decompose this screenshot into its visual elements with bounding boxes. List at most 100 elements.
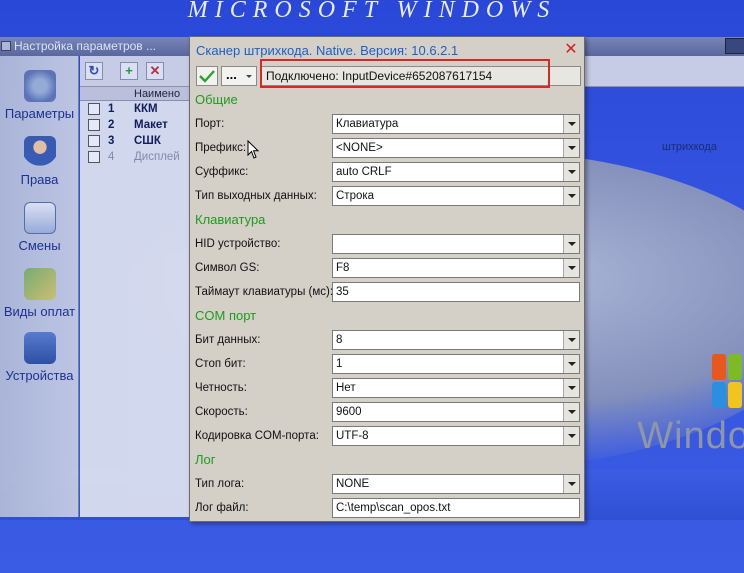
- chevron-down-icon[interactable]: [563, 115, 579, 133]
- money-icon: [23, 268, 56, 300]
- dialog-title: Сканер штрихкода. Native. Версия: 10.6.2…: [196, 43, 459, 58]
- stop-bits-label: Стоп бит:: [195, 358, 246, 370]
- nav-label: Виды оплат: [3, 304, 76, 319]
- prefix-label: Префикс:: [195, 142, 247, 154]
- row-name: Макет: [134, 119, 168, 131]
- nav-label: Права: [20, 172, 59, 187]
- data-bits-value: 8: [336, 334, 343, 346]
- chevron-down-icon[interactable]: [563, 475, 579, 493]
- refresh-icon[interactable]: ↻: [85, 62, 103, 80]
- data-bits-select[interactable]: 8: [332, 330, 580, 350]
- close-icon[interactable]: ✕: [564, 42, 578, 58]
- hid-label: HID устройство:: [195, 238, 281, 250]
- speed-value: 9600: [336, 406, 362, 418]
- chevron-down-icon[interactable]: [563, 379, 579, 397]
- device-type-icon: [88, 103, 100, 115]
- more-actions-button[interactable]: ...: [221, 66, 257, 86]
- scanner-settings-dialog: Сканер штрихкода. Native. Версия: 10.6.2…: [189, 36, 585, 522]
- log-file-label: Лог файл:: [195, 502, 249, 514]
- port-value: Клавиатура: [336, 118, 399, 130]
- parity-select[interactable]: Нет: [332, 378, 580, 398]
- checkmark-icon: [199, 70, 215, 83]
- apply-button[interactable]: [196, 66, 218, 86]
- device-type-text: штрихкода: [662, 141, 717, 153]
- row-name: СШК: [134, 135, 161, 147]
- row-number: 1: [108, 103, 115, 115]
- device-type-icon: [88, 151, 100, 163]
- log-type-label: Тип лога:: [195, 478, 245, 490]
- chevron-down-icon[interactable]: [563, 163, 579, 181]
- clipboard-check-icon: [23, 202, 56, 234]
- settings-nav-panel: Параметры Права Смены Виды оплат Устройс…: [0, 56, 79, 517]
- suffix-select[interactable]: auto CRLF: [332, 162, 580, 182]
- app-icon: [1, 41, 11, 51]
- chevron-down-icon: [246, 75, 252, 78]
- gs-value: F8: [336, 262, 350, 274]
- row-name: Дисплей: [134, 151, 180, 163]
- nav-item-devices[interactable]: Устройства: [0, 332, 79, 383]
- settings-window-close-button[interactable]: [725, 38, 744, 54]
- barcode-icon: [88, 135, 100, 147]
- prefix-value: <NONE>: [336, 142, 383, 154]
- kbd-timeout-input[interactable]: 35: [332, 282, 580, 302]
- user-icon: [23, 136, 56, 168]
- stop-bits-value: 1: [336, 358, 343, 370]
- output-type-label: Тип выходных данных:: [195, 190, 317, 202]
- row-number: 2: [108, 119, 115, 131]
- com-encoding-value: UTF-8: [336, 430, 369, 442]
- section-general: Общие: [195, 92, 238, 107]
- section-log: Лог: [195, 452, 216, 467]
- connection-status: Подключено: InputDevice#652087617154: [261, 66, 581, 86]
- hid-select[interactable]: [332, 234, 580, 254]
- nav-label: Устройства: [5, 368, 74, 383]
- computer-icon: [23, 332, 56, 364]
- row-name: ККМ: [134, 103, 158, 115]
- speed-label: Скорость:: [195, 406, 248, 418]
- parity-value: Нет: [336, 382, 356, 394]
- settings-window-title: Настройка параметров ...: [14, 39, 157, 53]
- parity-label: Четность:: [195, 382, 247, 394]
- chevron-down-icon[interactable]: [563, 355, 579, 373]
- data-bits-label: Бит данных:: [195, 334, 261, 346]
- nav-label: Параметры: [4, 106, 75, 121]
- more-label: ...: [226, 67, 237, 82]
- section-com: COM порт: [195, 308, 257, 323]
- output-type-value: Строка: [336, 190, 375, 202]
- suffix-value: auto CRLF: [336, 166, 392, 178]
- chevron-down-icon[interactable]: [563, 427, 579, 445]
- port-select[interactable]: Клавиатура: [332, 114, 580, 134]
- output-type-select[interactable]: Строка: [332, 186, 580, 206]
- com-encoding-select[interactable]: UTF-8: [332, 426, 580, 446]
- prefix-select[interactable]: <NONE>: [332, 138, 580, 158]
- nav-item-parameters[interactable]: Параметры: [0, 70, 79, 121]
- desktop-banner: MICROSOFT WINDOWS: [187, 0, 557, 23]
- row-number: 4: [108, 151, 115, 163]
- speed-select[interactable]: 9600: [332, 402, 580, 422]
- nav-item-shifts[interactable]: Смены: [0, 202, 79, 253]
- chevron-down-icon[interactable]: [563, 259, 579, 277]
- mouse-cursor-icon: [247, 140, 260, 159]
- nav-item-payment-types[interactable]: Виды оплат: [0, 268, 79, 319]
- wrench-icon: [23, 70, 56, 102]
- suffix-label: Суффикс:: [195, 166, 249, 178]
- nav-item-rights[interactable]: Права: [0, 136, 79, 187]
- delete-icon[interactable]: ✕: [146, 62, 164, 80]
- log-file-input[interactable]: C:\temp\scan_opos.txt: [332, 498, 580, 518]
- port-label: Порт:: [195, 118, 225, 130]
- chevron-down-icon[interactable]: [563, 187, 579, 205]
- gs-label: Символ GS:: [195, 262, 260, 274]
- log-type-select[interactable]: NONE: [332, 474, 580, 494]
- nav-label: Смены: [18, 238, 61, 253]
- log-type-value: NONE: [336, 478, 370, 490]
- com-encoding-label: Кодировка COM-порта:: [195, 430, 319, 442]
- stop-bits-select[interactable]: 1: [332, 354, 580, 374]
- chevron-down-icon[interactable]: [563, 235, 579, 253]
- add-icon[interactable]: +: [120, 62, 138, 80]
- gs-select[interactable]: F8: [332, 258, 580, 278]
- chevron-down-icon[interactable]: [563, 403, 579, 421]
- section-keyboard: Клавиатура: [195, 212, 266, 227]
- chevron-down-icon[interactable]: [563, 331, 579, 349]
- kbd-timeout-label: Таймаут клавиатуры (мс):: [195, 286, 334, 298]
- chevron-down-icon[interactable]: [563, 139, 579, 157]
- row-number: 3: [108, 135, 115, 147]
